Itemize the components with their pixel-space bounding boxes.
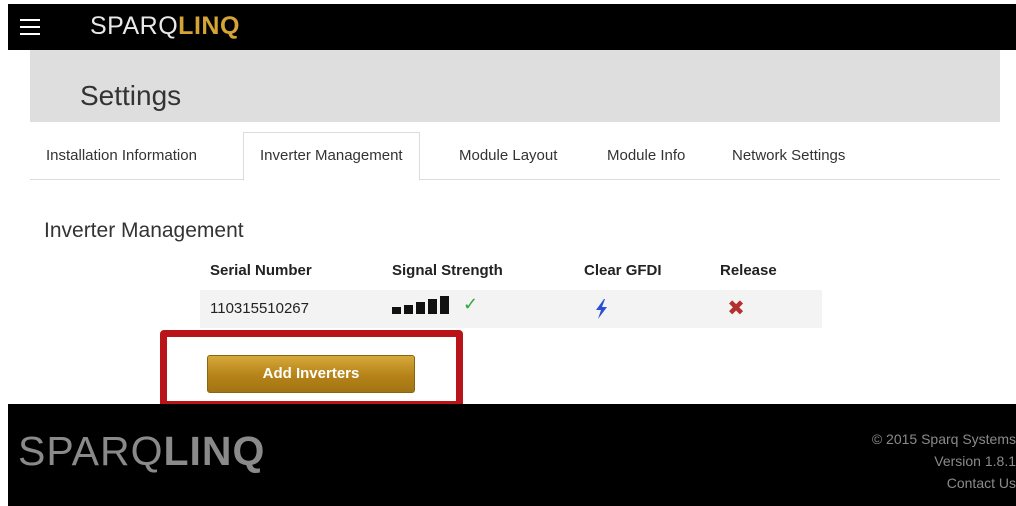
table-row: 110315510267 ✓ ✖ — [200, 290, 822, 328]
page-header: Settings — [30, 50, 1000, 122]
copyright-text: © 2015 Sparq Systems — [871, 431, 1016, 447]
footer-logo: SPARQLINQ — [18, 428, 265, 475]
column-header-serial-number: Serial Number — [210, 262, 312, 279]
tab-installation-information[interactable]: Installation Information — [30, 132, 213, 180]
top-navbar: SPARQLINQ — [8, 4, 1016, 50]
column-header-clear-gfdi: Clear GFDI — [584, 262, 662, 279]
column-header-release: Release — [720, 262, 777, 279]
section-title: Inverter Management — [44, 219, 244, 242]
tab-module-info[interactable]: Module Info — [591, 132, 701, 180]
logo-text-light: SPARQ — [90, 12, 179, 40]
footer-logo-text-bold: LINQ — [163, 428, 266, 474]
footer: SPARQLINQ © 2015 Sparq Systems Version 1… — [8, 404, 1016, 506]
signal-bar-1 — [392, 307, 401, 314]
signal-bar-4 — [428, 299, 437, 314]
footer-logo-text-light: SPARQ — [18, 428, 164, 474]
signal-bar-3 — [416, 302, 425, 314]
version-text: Version 1.8.1 — [934, 453, 1016, 469]
signal-strength-icon: ✓ — [392, 294, 492, 314]
serial-number-cell: 110315510267 — [210, 300, 309, 317]
tab-module-layout[interactable]: Module Layout — [443, 132, 573, 180]
tab-inverter-management[interactable]: Inverter Management — [243, 132, 420, 181]
hamburger-menu-icon[interactable] — [20, 19, 40, 35]
clear-gfdi-lightning-bolt-icon[interactable] — [592, 298, 612, 320]
release-x-icon[interactable]: ✖ — [725, 297, 747, 321]
checkmark-icon: ✓ — [463, 294, 479, 314]
add-inverters-button[interactable]: Add Inverters — [207, 355, 415, 393]
signal-bar-5 — [440, 296, 449, 314]
settings-tabs: Installation Information Inverter Manage… — [30, 132, 1000, 181]
tab-network-settings[interactable]: Network Settings — [716, 132, 861, 180]
column-header-signal-strength: Signal Strength — [392, 262, 503, 279]
app-logo[interactable]: SPARQLINQ — [90, 12, 240, 41]
footer-info: © 2015 Sparq Systems Version 1.8.1 Conta… — [872, 428, 1016, 494]
signal-bar-2 — [404, 305, 413, 314]
contact-us-link[interactable]: Contact Us — [872, 472, 1016, 494]
page-title: Settings — [80, 80, 182, 111]
logo-text-bold: LINQ — [178, 12, 240, 40]
